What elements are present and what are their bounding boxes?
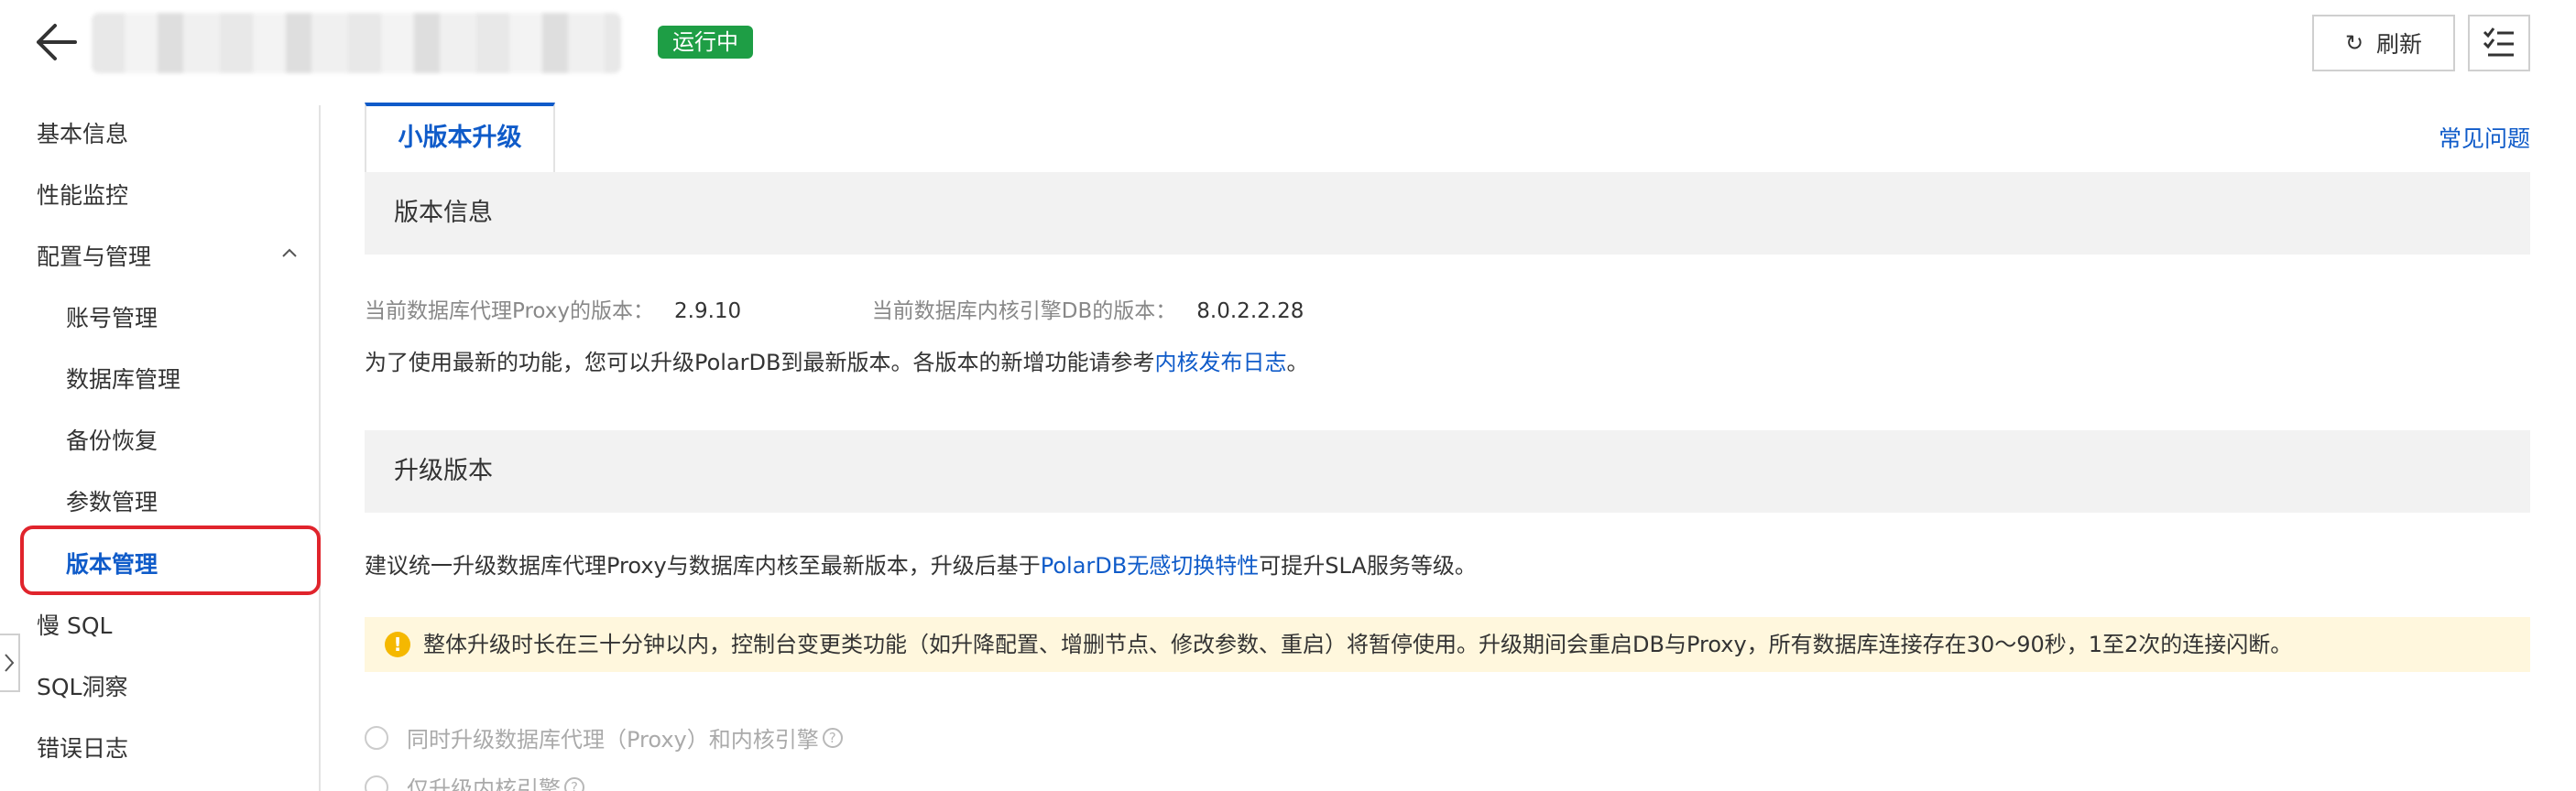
chevron-right-icon: [5, 654, 15, 672]
sidebar-item-account-management[interactable]: 账号管理: [66, 296, 158, 341]
version-note-suffix: 。: [1286, 350, 1309, 375]
faq-link[interactable]: 常见问题: [2439, 121, 2530, 154]
sidebar-item-basic-info[interactable]: 基本信息: [37, 112, 128, 157]
sidebar-item-config-management[interactable]: 配置与管理: [37, 234, 151, 280]
upgrade-warning-banner: ! 整体升级时长在三十分钟以内，控制台变更类功能（如升降配置、增删节点、修改参数…: [365, 617, 2530, 672]
tab-bar: 小版本升级 常见问题: [365, 103, 2530, 172]
version-note-prefix: 为了使用最新的功能，您可以升级PolarDB到最新版本。各版本的新增功能请参考: [365, 350, 1155, 375]
sidebar-item-slow-sql[interactable]: 慢 SQL: [37, 603, 112, 649]
upgrade-warning-text: 整体升级时长在三十分钟以内，控制台变更类功能（如升降配置、增删节点、修改参数、重…: [423, 632, 2293, 657]
sidebar-item-error-log[interactable]: 错误日志: [37, 726, 128, 772]
sidebar-item-sql-insight[interactable]: SQL洞察: [37, 665, 127, 710]
refresh-label: 刷新: [2376, 31, 2423, 58]
proxy-version-label: 当前数据库代理Proxy的版本：: [365, 299, 655, 323]
release-notes-link[interactable]: 内核发布日志: [1155, 350, 1287, 375]
main-content: 小版本升级 常见问题 版本信息 当前数据库代理Proxy的版本： 2.9.10 当…: [365, 103, 2530, 791]
refresh-icon: ↻: [2344, 30, 2364, 56]
engine-version-label: 当前数据库内核引擎DB的版本：: [871, 299, 1177, 323]
version-info-row: 当前数据库代理Proxy的版本： 2.9.10 当前数据库内核引擎DB的版本： 8.…: [365, 293, 1304, 324]
engine-version-value: 8.0.2.2.28: [1196, 299, 1304, 323]
sidebar-nav: 基本信息 性能监控 配置与管理 账号管理 数据库管理 备份恢复 参数管理 版本管…: [0, 105, 321, 791]
upgrade-suggestion-suffix: 可提升SLA服务等级。: [1259, 553, 1477, 579]
sidebar-item-backup-restore[interactable]: 备份恢复: [66, 418, 158, 464]
option-label: 仅升级内核引擎: [407, 776, 561, 791]
option-label: 同时升级数据库代理（Proxy）和内核引擎: [407, 727, 819, 753]
section-title-upgrade-version: 升级版本: [365, 430, 2530, 513]
proxy-version-value: 2.9.10: [674, 299, 742, 323]
help-icon[interactable]: ?: [822, 727, 843, 748]
option-upgrade-proxy-and-engine[interactable]: 同时升级数据库代理（Proxy）和内核引擎 ?: [365, 721, 843, 753]
section-title-version-info: 版本信息: [365, 172, 2530, 255]
sidebar-item-version-management[interactable]: 版本管理: [66, 542, 158, 588]
sidebar-item-parameter-management[interactable]: 参数管理: [66, 480, 158, 526]
version-note: 为了使用最新的功能，您可以升级PolarDB到最新版本。各版本的新增功能请参考内…: [365, 344, 1309, 376]
refresh-button[interactable]: ↻ 刷新: [2312, 15, 2455, 71]
help-icon[interactable]: ?: [564, 776, 584, 791]
arrow-left-icon: [37, 24, 77, 60]
warning-icon: !: [385, 632, 410, 657]
status-badge: 运行中: [658, 26, 753, 59]
option-upgrade-engine-only[interactable]: 仅升级内核引擎 ?: [365, 771, 584, 791]
radio-button[interactable]: [365, 775, 388, 791]
sidebar-collapse-handle[interactable]: [0, 634, 20, 692]
task-list-button[interactable]: [2468, 15, 2530, 71]
task-list-icon: [2483, 27, 2514, 57]
upgrade-suggestion: 建议统一升级数据库代理Proxy与数据库内核至最新版本，升级后基于PolarDB…: [365, 547, 1477, 580]
back-button[interactable]: [33, 22, 84, 62]
radio-button[interactable]: [365, 725, 388, 750]
sidebar-item-database-management[interactable]: 数据库管理: [66, 357, 180, 403]
tab-minor-version-upgrade[interactable]: 小版本升级: [365, 103, 555, 172]
instance-name-redacted: [92, 13, 621, 73]
seamless-switch-link[interactable]: PolarDB无感切换特性: [1041, 553, 1260, 579]
page-header: 运行中 ↻ 刷新: [0, 0, 2576, 92]
sidebar-item-performance-monitor[interactable]: 性能监控: [37, 173, 128, 219]
upgrade-suggestion-prefix: 建议统一升级数据库代理Proxy与数据库内核至最新版本，升级后基于: [365, 553, 1041, 579]
chevron-up-icon[interactable]: [280, 244, 299, 263]
